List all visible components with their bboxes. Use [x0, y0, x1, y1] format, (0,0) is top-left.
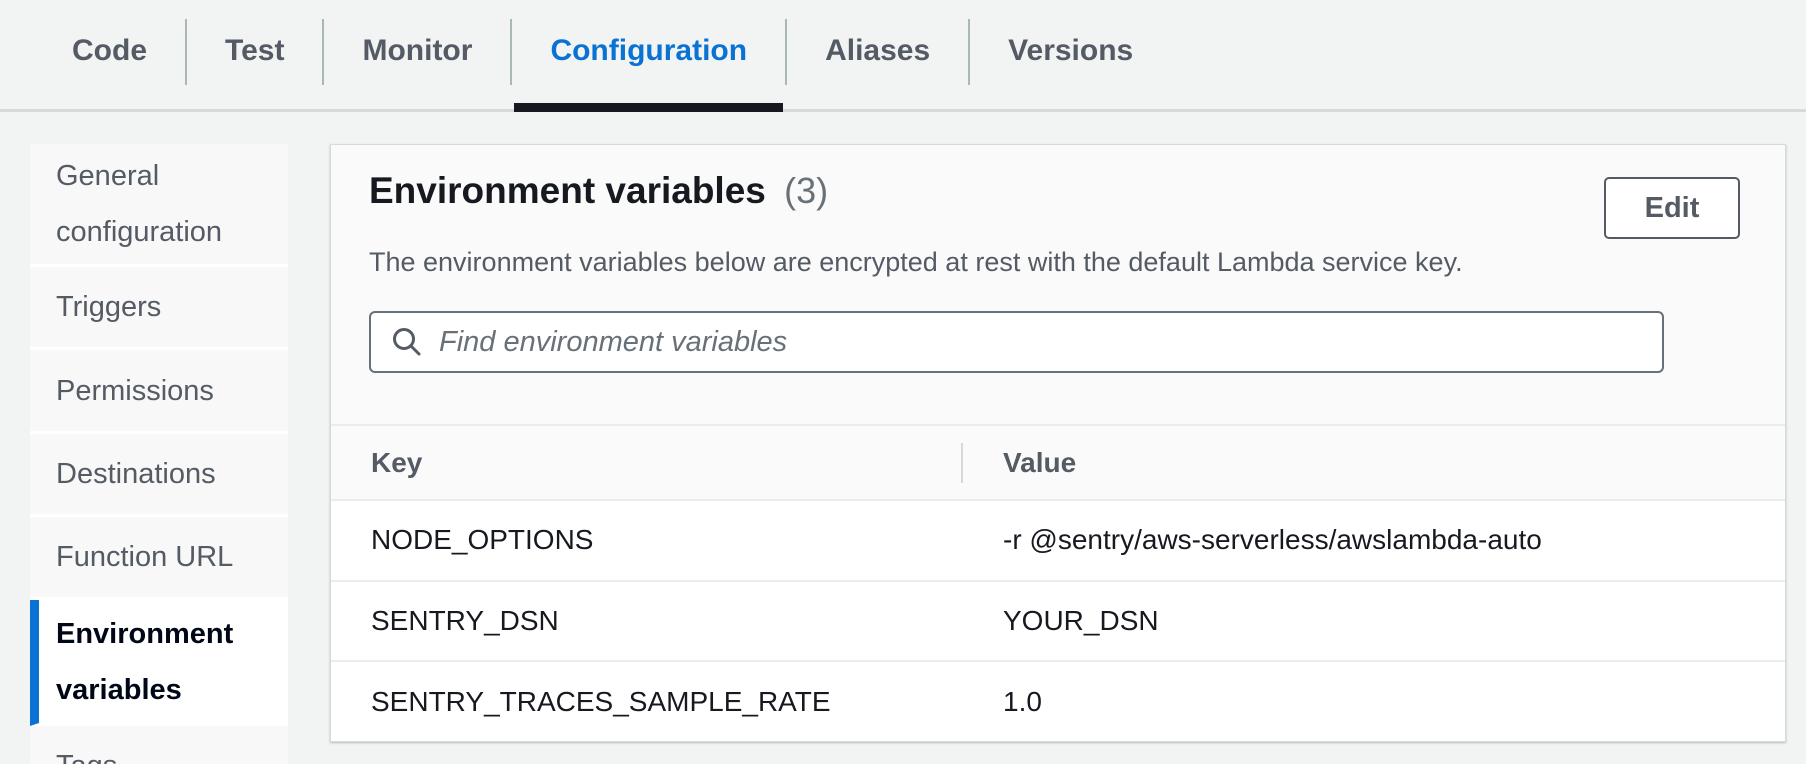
tab-monitor[interactable]: Monitor — [324, 0, 510, 109]
env-var-value: YOUR_DSN — [963, 605, 1785, 637]
sidebar-item-label: General configuration — [56, 148, 266, 260]
sidebar-item-label: Permissions — [56, 363, 214, 419]
table-row: SENTRY_DSN YOUR_DSN — [331, 582, 1785, 663]
search-box[interactable] — [369, 311, 1664, 373]
sidebar-item-general-configuration[interactable]: General configuration — [30, 144, 288, 267]
sidebar-item-destinations[interactable]: Destinations — [30, 434, 288, 517]
env-var-value: 1.0 — [963, 686, 1785, 718]
environment-variables-panel: Environment variables (3) Edit The envir… — [330, 144, 1786, 742]
env-var-key: SENTRY_DSN — [331, 605, 963, 637]
sidebar-item-function-url[interactable]: Function URL — [30, 517, 288, 600]
sidebar-item-label: Tags — [56, 738, 117, 764]
configuration-sidebar: General configuration Triggers Permissio… — [30, 144, 288, 764]
column-header-key: Key — [331, 447, 963, 479]
page-title: Environment variables (3) — [369, 169, 828, 213]
table-row: NODE_OPTIONS -r @sentry/aws-serverless/a… — [331, 501, 1785, 582]
table-header-row: Key Value — [331, 424, 1785, 501]
sidebar-item-tags[interactable]: Tags — [30, 726, 288, 764]
sidebar-item-environment-variables[interactable]: Environment variables — [30, 600, 288, 726]
edit-button[interactable]: Edit — [1604, 177, 1740, 239]
tab-versions[interactable]: Versions — [970, 0, 1171, 109]
panel-title-text: Environment variables — [369, 170, 766, 211]
tab-test[interactable]: Test — [187, 0, 322, 109]
table-row: SENTRY_TRACES_SAMPLE_RATE 1.0 — [331, 662, 1785, 741]
tab-code[interactable]: Code — [34, 0, 185, 109]
function-tab-bar: Code Test Monitor Configuration Aliases … — [0, 0, 1806, 112]
env-var-value: -r @sentry/aws-serverless/awslambda-auto — [963, 524, 1785, 556]
sidebar-item-label: Environment variables — [56, 606, 266, 718]
sidebar-item-label: Triggers — [56, 279, 161, 335]
panel-description: The environment variables below are encr… — [369, 245, 1463, 279]
tab-aliases[interactable]: Aliases — [787, 0, 968, 109]
environment-variables-table: Key Value NODE_OPTIONS -r @sentry/aws-se… — [331, 424, 1785, 741]
magnifier-icon — [389, 324, 425, 360]
column-header-value: Value — [963, 447, 1785, 479]
sidebar-item-triggers[interactable]: Triggers — [30, 267, 288, 350]
panel-count-badge: (3) — [784, 170, 828, 211]
env-var-key: SENTRY_TRACES_SAMPLE_RATE — [331, 686, 963, 718]
tab-configuration[interactable]: Configuration — [512, 0, 785, 109]
env-var-key: NODE_OPTIONS — [331, 524, 963, 556]
sidebar-item-permissions[interactable]: Permissions — [30, 350, 288, 434]
search-input[interactable] — [425, 313, 1662, 371]
sidebar-item-label: Destinations — [56, 446, 216, 502]
sidebar-item-label: Function URL — [56, 529, 233, 585]
